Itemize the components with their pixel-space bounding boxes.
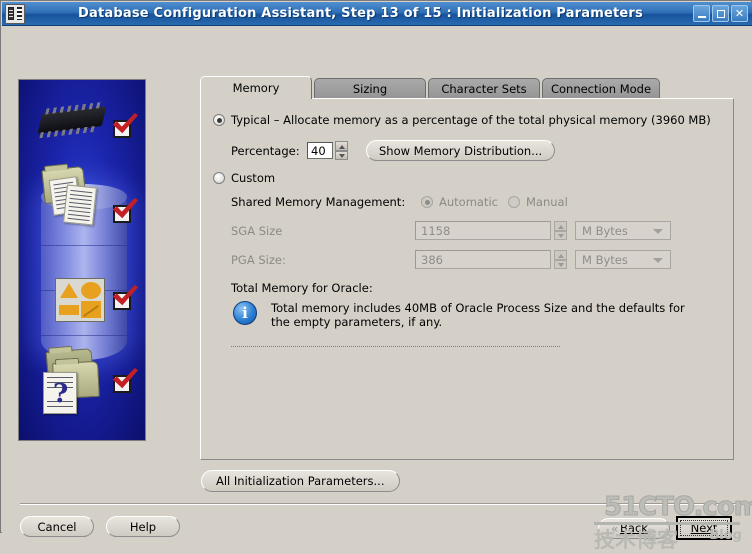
- sga-size-stepper[interactable]: [554, 221, 567, 240]
- tab-connection-mode[interactable]: Connection Mode: [542, 78, 660, 99]
- pga-unit-value: M Bytes: [582, 252, 628, 267]
- minimize-button[interactable]: [693, 5, 710, 22]
- automatic-radio[interactable]: [421, 196, 433, 208]
- step-check-icon-1: [113, 120, 131, 138]
- manual-label: Manual: [525, 195, 568, 209]
- pga-size-label: PGA Size:: [231, 252, 286, 267]
- pga-stepper-up[interactable]: [554, 250, 567, 260]
- sga-stepper-down[interactable]: [554, 230, 567, 240]
- section-divider: [231, 346, 561, 347]
- step-check-icon-4: [113, 375, 131, 393]
- dbca-window: Database Configuration Assistant, Step 1…: [0, 0, 752, 552]
- app-icon: [5, 3, 25, 24]
- app-icon-dots: [17, 6, 22, 20]
- oracle-database-illustration: ?: [18, 79, 146, 441]
- footer-right-buttons: « Back Next: [598, 516, 732, 540]
- percentage-stepper-up[interactable]: [335, 141, 348, 151]
- percentage-row: Percentage: 40 Show Memory Distribution.…: [231, 140, 556, 161]
- tab-sizing-label: Sizing: [352, 82, 388, 96]
- sga-unit-value: M Bytes: [582, 223, 628, 238]
- show-memory-distribution-button[interactable]: Show Memory Distribution...: [366, 140, 556, 161]
- info-icon: i: [233, 301, 257, 325]
- sga-stepper-up[interactable]: [554, 221, 567, 231]
- next-button[interactable]: Next: [676, 516, 732, 540]
- pga-unit-select[interactable]: M Bytes: [575, 250, 671, 269]
- typical-label: Typical – Allocate memory as a percentag…: [231, 113, 711, 127]
- total-memory-heading: Total Memory for Oracle:: [231, 281, 373, 295]
- custom-option-row[interactable]: Custom: [213, 171, 275, 185]
- typical-radio[interactable]: [213, 114, 225, 126]
- tab-memory-label: Memory: [232, 81, 280, 95]
- next-focus-ring: [680, 520, 728, 536]
- pga-size-row: PGA Size: 386 M Bytes: [231, 250, 671, 269]
- question-mark-icon: ?: [53, 379, 69, 409]
- tab-strip: Memory Sizing Character Sets Connection …: [200, 76, 734, 99]
- all-initialization-parameters-button[interactable]: All Initialization Parameters...: [201, 470, 400, 492]
- percentage-stepper[interactable]: [335, 141, 348, 160]
- app-icon-chip: [8, 6, 14, 20]
- shared-memory-management-row: Shared Memory Management: Automatic Manu…: [231, 195, 568, 209]
- pga-size-stepper[interactable]: [554, 250, 567, 269]
- circle-shape: [81, 282, 101, 299]
- memory-tab-panel: Typical – Allocate memory as a percentag…: [200, 98, 734, 460]
- custom-label: Custom: [231, 171, 276, 185]
- maximize-button[interactable]: [712, 5, 729, 22]
- all-params-row: All Initialization Parameters...: [201, 470, 400, 492]
- sga-size-row: SGA Size 1158 M Bytes: [231, 221, 671, 240]
- tab-memory[interactable]: Memory: [200, 76, 312, 99]
- window-controls: ✕: [693, 5, 748, 22]
- manual-radio[interactable]: [507, 196, 520, 208]
- sga-unit-select[interactable]: M Bytes: [575, 221, 671, 240]
- minimize-icon: [697, 15, 706, 18]
- sga-size-input[interactable]: 1158: [415, 221, 551, 240]
- pga-size-input[interactable]: 386: [415, 250, 551, 269]
- percentage-input[interactable]: 40: [307, 142, 333, 159]
- sga-size-label: SGA Size: [231, 223, 283, 238]
- total-memory-info-text: Total memory includes 40MB of Oracle Pro…: [271, 301, 685, 329]
- percentage-stepper-down[interactable]: [335, 150, 348, 160]
- schema-objects-graphic: [55, 278, 105, 322]
- document-graphic-2: [63, 184, 97, 226]
- custom-radio[interactable]: [213, 172, 225, 184]
- close-button[interactable]: ✕: [731, 5, 748, 22]
- percentage-label: Percentage:: [231, 143, 300, 158]
- close-icon: ✕: [734, 7, 745, 20]
- total-memory-heading-row: Total Memory for Oracle:: [231, 281, 373, 295]
- triangle-shape: [60, 283, 78, 298]
- maximize-icon: [716, 9, 725, 18]
- chevron-left-icon: «: [611, 521, 619, 536]
- step-check-icon-2: [113, 205, 131, 223]
- footer-left-buttons: Cancel Help: [20, 516, 180, 537]
- tab-sizing[interactable]: Sizing: [314, 78, 426, 99]
- tab-character-sets-label: Character Sets: [441, 82, 527, 96]
- title-bar: Database Configuration Assistant, Step 1…: [2, 2, 752, 26]
- typical-option-row[interactable]: Typical – Allocate memory as a percentag…: [213, 113, 711, 127]
- back-button[interactable]: « Back: [598, 517, 670, 539]
- window-client-area: ? Memory Sizing Character Sets Connectio…: [2, 26, 752, 552]
- shared-memory-management-label: Shared Memory Management:: [231, 195, 406, 209]
- tab-connection-mode-label: Connection Mode: [550, 82, 652, 96]
- question-document-graphic: ?: [43, 372, 77, 414]
- crossed-square-shape: [81, 301, 101, 318]
- square-shape: [59, 304, 79, 315]
- window-title: Database Configuration Assistant, Step 1…: [78, 6, 643, 21]
- automatic-label: Automatic: [439, 195, 498, 209]
- total-memory-info-row: i Total memory includes 40MB of Oracle P…: [233, 301, 703, 329]
- step-check-icon-3: [113, 292, 131, 310]
- chevron-down-icon: [653, 258, 663, 263]
- cpu-chip-graphic: [37, 106, 107, 134]
- cancel-button[interactable]: Cancel: [20, 516, 94, 537]
- chevron-down-icon: [653, 229, 663, 234]
- pga-stepper-down[interactable]: [554, 259, 567, 269]
- footer-divider: [20, 503, 736, 505]
- tab-character-sets[interactable]: Character Sets: [428, 78, 540, 99]
- help-button[interactable]: Help: [106, 516, 180, 537]
